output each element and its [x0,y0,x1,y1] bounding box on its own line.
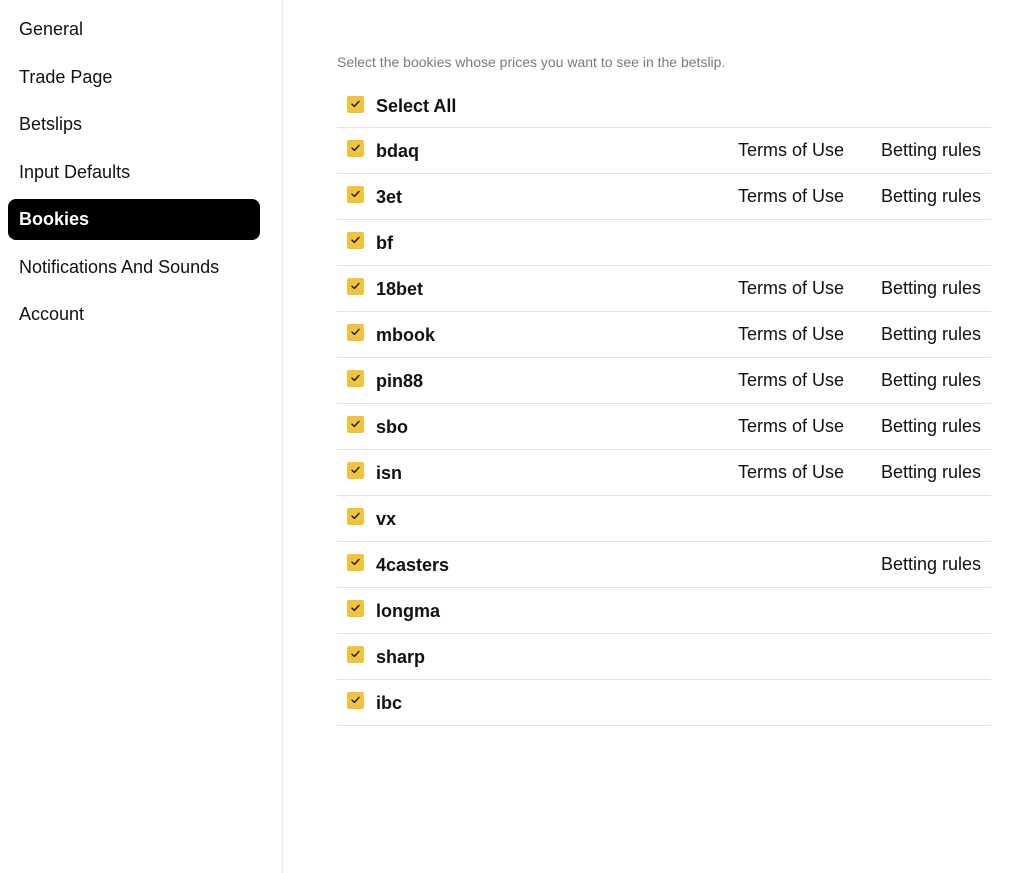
sidebar-item-input-defaults[interactable]: Input Defaults [8,152,260,193]
bookie-row: sharp [337,634,991,680]
check-icon [351,650,360,658]
bookie-row: mbook Terms of Use Betting rules [337,312,991,358]
sidebar-item-notifications-and-sounds[interactable]: Notifications And Sounds [8,247,260,288]
bookie-row: bf [337,220,991,266]
check-icon [351,558,360,566]
bookie-name: 3et [376,187,403,207]
betting-rules-link[interactable]: Betting rules [881,186,981,207]
bookie-name: sharp [376,647,426,667]
terms-of-use-link[interactable]: Terms of Use [738,140,844,161]
terms-of-use-link[interactable]: Terms of Use [738,416,844,437]
terms-of-use-link[interactable]: Terms of Use [738,324,844,345]
bookie-checkbox[interactable] [347,186,364,203]
betting-rules-link[interactable]: Betting rules [881,140,981,161]
check-icon [351,236,360,244]
betting-rules-link[interactable]: Betting rules [881,278,981,299]
settings-sidebar: General Trade Page Betslips Input Defaul… [0,0,283,873]
terms-of-use-link[interactable]: Terms of Use [738,462,844,483]
bookie-name: vx [376,509,397,529]
bookie-checkbox[interactable] [347,554,364,571]
select-all-checkbox[interactable] [347,96,364,113]
bookie-checkbox[interactable] [347,692,364,709]
bookie-row: isn Terms of Use Betting rules [337,450,991,496]
bookie-row: pin88 Terms of Use Betting rules [337,358,991,404]
sidebar-item-bookies[interactable]: Bookies [8,199,260,240]
settings-window: General Trade Page Betslips Input Defaul… [0,0,1024,873]
check-icon [351,100,360,108]
terms-of-use-link[interactable]: Terms of Use [738,186,844,207]
bookie-row: bdaq Terms of Use Betting rules [337,128,991,174]
bookie-name: 4casters [376,555,450,575]
betting-rules-link[interactable]: Betting rules [881,416,981,437]
terms-of-use-link[interactable]: Terms of Use [738,278,844,299]
bookie-name: bf [376,233,393,253]
select-all-row: Select All [337,85,991,128]
bookie-name: longma [376,601,441,621]
betting-rules-link[interactable]: Betting rules [881,370,981,391]
check-icon [351,190,360,198]
bookie-row: vx [337,496,991,542]
check-icon [351,420,360,428]
check-icon [351,374,360,382]
bookie-checkbox[interactable] [347,278,364,295]
bookie-row: longma [337,588,991,634]
betting-rules-link[interactable]: Betting rules [881,462,981,483]
bookie-checkbox[interactable] [347,508,364,525]
check-icon [351,328,360,336]
bookie-name: bdaq [376,141,419,161]
sidebar-item-general[interactable]: General [8,9,260,50]
sidebar-item-betslips[interactable]: Betslips [8,104,260,145]
bookie-name: mbook [376,325,436,345]
bookie-name: isn [376,463,403,483]
bookie-checkbox[interactable] [347,416,364,433]
bookie-row: 4casters Betting rules [337,542,991,588]
check-icon [351,696,360,704]
bookie-row: 18bet Terms of Use Betting rules [337,266,991,312]
check-icon [351,512,360,520]
betting-rules-link[interactable]: Betting rules [881,324,981,345]
bookie-name: pin88 [376,371,424,391]
bookie-checkbox[interactable] [347,324,364,341]
terms-of-use-link[interactable]: Terms of Use [738,370,844,391]
bookie-checkbox[interactable] [347,600,364,617]
bookie-row: ibc [337,680,991,726]
bookie-row: sbo Terms of Use Betting rules [337,404,991,450]
bookie-checkbox[interactable] [347,140,364,157]
bookie-row: 3et Terms of Use Betting rules [337,174,991,220]
check-icon [351,282,360,290]
sidebar-item-account[interactable]: Account [8,294,260,335]
sidebar-item-trade-page[interactable]: Trade Page [8,57,260,98]
check-icon [351,466,360,474]
bookie-checkbox[interactable] [347,646,364,663]
bookie-name: sbo [376,417,409,437]
select-all-label: Select All [376,96,457,116]
bookie-name: 18bet [376,279,424,299]
bookies-description: Select the bookies whose prices you want… [337,54,726,70]
check-icon [351,144,360,152]
bookie-checkbox[interactable] [347,232,364,249]
bookie-list: Select All bdaq Terms of Use Betting rules… [337,85,991,726]
betting-rules-link[interactable]: Betting rules [881,554,981,575]
bookie-name: ibc [376,693,403,713]
bookie-checkbox[interactable] [347,462,364,479]
check-icon [351,604,360,612]
bookie-checkbox[interactable] [347,370,364,387]
